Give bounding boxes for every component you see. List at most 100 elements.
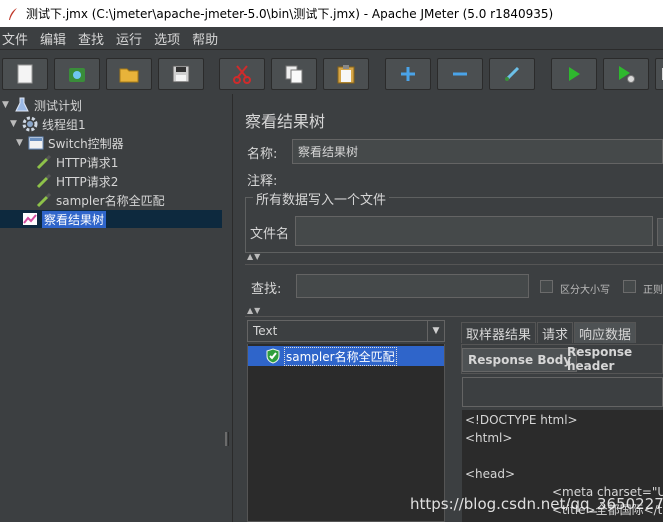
panel-splitter[interactable] [222,94,233,522]
toggle-icon [504,66,520,82]
panel-title: 察看结果树 [245,112,326,131]
paste-button[interactable] [323,58,369,90]
cut-icon [233,65,251,84]
tab-response-data[interactable]: 响应数据 [574,322,637,343]
list-item-label: sampler名称全匹配 [284,346,397,366]
watermark: https://blog.csdn.net/qq_36502272 [410,495,663,513]
menu-help[interactable]: 帮助 [190,29,224,48]
chart-icon [22,211,38,227]
list-item[interactable]: sampler名称全匹配 [248,346,444,366]
name-field[interactable]: 察看结果树 [292,139,663,164]
new-button[interactable] [2,58,48,90]
start-button[interactable] [551,58,597,90]
copy-icon [285,65,303,84]
templates-icon [69,68,85,82]
pipette-icon [36,173,52,189]
window-title: 测试下.jmx (C:\jmeter\apache-jmeter-5.0\bin… [26,7,554,21]
expand-all-button[interactable] [385,58,431,90]
divider [245,316,663,317]
filename-label: 文件名 [250,227,290,242]
tree-expand-icon[interactable]: ▼ [10,119,20,129]
tree-item-switch-controller[interactable]: ▼ Switch控制器 [16,134,124,152]
case-sensitive-label: 区分大小写 [560,285,610,296]
tree-item-label: 测试计划 [34,98,83,113]
toolbar [0,50,663,94]
search-field[interactable] [296,274,529,298]
comment-field[interactable] [286,168,663,188]
menubar: 文件 编辑 查找 运行 选项 帮助 [0,27,663,50]
write-results-group-title: 所有数据写入一个文件 [253,189,390,208]
menu-search[interactable]: 查找 [76,29,110,48]
start-no-pauses-button[interactable] [603,58,649,90]
cut-button[interactable] [219,58,265,90]
collapse-icon [453,72,467,76]
tree-item-label: sampler名称全匹配 [56,193,165,208]
splitter-grip-icon [225,432,229,446]
new-icon [17,64,33,84]
start-no-pause-icon [619,66,635,83]
save-button[interactable] [158,58,204,90]
search-label: 查找: [251,282,282,297]
gear-icon [22,116,38,132]
success-shield-icon [266,348,280,364]
tree-item-http-request-2[interactable]: HTTP请求2 [36,172,118,190]
view-results-tree-panel: 察看结果树 名称: 察看结果树 注释: 所有数据写入一个文件 文件名 ▲▼ 查找… [233,94,663,522]
response-line: <!DOCTYPE html> [465,413,578,427]
result-tabs: 取样器结果 请求 响应数据 [461,320,663,343]
response-line: <html> [465,431,513,445]
tree-item-label: HTTP请求2 [56,174,119,189]
name-label: 名称: [247,147,278,162]
tree-item-label: 线程组1 [42,117,86,132]
collapse-arrows-icon[interactable]: ▲▼ [247,252,261,261]
tree-item-label: Switch控制器 [48,136,124,151]
tree-item-http-request-1[interactable]: HTTP请求1 [36,153,118,171]
tab-request[interactable]: 请求 [537,322,574,343]
divider [245,264,663,265]
filename-field[interactable] [295,216,653,246]
save-icon [172,65,190,83]
tree-item-label: 察看结果树 [42,210,107,228]
response-search-field[interactable] [462,377,663,407]
copy-button[interactable] [271,58,317,90]
response-line: <head> [465,467,516,481]
tree-item-test-plan[interactable]: ▼ 测试计划 [2,96,82,114]
case-sensitive-checkbox[interactable] [540,280,553,293]
regex-label: 正则 [643,285,663,296]
paste-icon [337,65,355,84]
renderer-select-value: Text [253,324,278,338]
templates-button[interactable] [54,58,100,90]
stop-button[interactable] [655,58,663,90]
pipette-icon [36,154,52,170]
menu-run[interactable]: 运行 [114,29,148,48]
tree-item-sampler-match[interactable]: sampler名称全匹配 [36,191,165,209]
collapse-arrows-icon[interactable]: ▲▼ [247,306,261,315]
tree-expand-icon[interactable]: ▼ [2,100,12,110]
expand-icon [401,67,415,81]
menu-file[interactable]: 文件 [0,29,34,48]
start-icon [569,67,580,81]
comment-label: 注释: [247,174,278,189]
menu-edit[interactable]: 编辑 [38,29,72,48]
collapse-all-button[interactable] [437,58,483,90]
open-button[interactable] [106,58,152,90]
menu-options[interactable]: 选项 [152,29,186,48]
renderer-select[interactable]: Text ▼ [247,320,445,342]
window-titlebar: 测试下.jmx (C:\jmeter\apache-jmeter-5.0\bin… [0,0,663,27]
toggle-button[interactable] [489,58,535,90]
tree-item-label: HTTP请求1 [56,155,119,170]
regex-checkbox[interactable] [623,280,636,293]
jmeter-feather-icon [9,7,17,20]
browse-button[interactable] [657,218,663,246]
controller-icon [28,135,44,151]
chevron-down-icon: ▼ [427,321,444,341]
tree-expand-icon[interactable]: ▼ [16,138,26,148]
tree-item-view-results-tree[interactable]: 察看结果树 [0,210,222,228]
pipette-icon [36,192,52,208]
tab-sampler-result[interactable]: 取样器结果 [461,322,537,343]
test-plan-icon [14,97,30,113]
subtab-response-header[interactable]: Response header [562,345,662,373]
subtab-response-body[interactable]: Response Body [462,348,578,372]
test-tree: ▼ 测试计划 ▼ 线程组1 ▼ Switch控制器 HTTP请求1 HTTP请求… [0,94,223,522]
tree-item-thread-group[interactable]: ▼ 线程组1 [10,115,86,133]
name-field-value: 察看结果树 [298,145,359,159]
